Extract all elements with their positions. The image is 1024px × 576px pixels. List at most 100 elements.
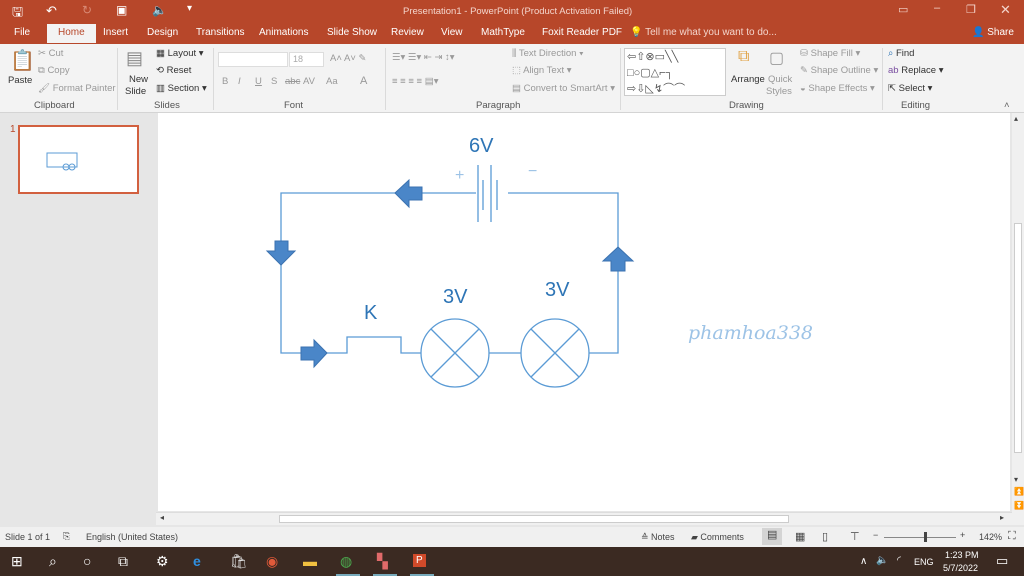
language-indicator[interactable]: English (United States) [86, 532, 178, 542]
strikethrough-button[interactable]: abc [285, 76, 300, 87]
language-tray[interactable]: ENG [914, 557, 934, 567]
underline-button[interactable]: U [255, 76, 262, 87]
tab-file[interactable]: File [14, 27, 30, 38]
find-button[interactable]: ⌕ Find [888, 48, 914, 59]
shape-outline-button[interactable]: ✎ Shape Outline ▾ [800, 65, 878, 76]
new-slide-button[interactable]: New [129, 74, 148, 85]
align-buttons[interactable]: ≡ ≡ ≡ ≡ ▤▾ [392, 76, 438, 87]
tab-slide-show[interactable]: Slide Show [327, 27, 377, 38]
redo-icon[interactable]: ↻ [82, 3, 92, 17]
zoom-level[interactable]: 142% [979, 532, 1002, 542]
tab-home[interactable]: Home [47, 24, 96, 43]
shape-effects-button[interactable]: ◒ Shape Effects ▾ [800, 83, 875, 94]
reading-view-button[interactable]: ▯ [822, 530, 828, 543]
format-painter-button[interactable]: 🖌 Format Painter [38, 83, 116, 94]
app2-icon[interactable]: ▚ [377, 553, 388, 570]
shape-fill-button[interactable]: ⛁ Shape Fill ▾ [800, 48, 860, 59]
smartart-button[interactable]: ▤ Convert to SmartArt ▾ [512, 83, 615, 94]
vertical-scrollbar[interactable]: ▴ ▾ ⏫ ⏬ [1012, 113, 1024, 525]
slideshow-icon[interactable]: ▣ [116, 3, 127, 17]
new-slide-icon[interactable]: ▤ [126, 48, 143, 69]
arrange-button[interactable]: Arrange [731, 74, 765, 85]
horizontal-scrollbar[interactable]: ◂ ▸ [156, 512, 1012, 525]
quick-styles-icon[interactable]: ▢ [769, 48, 784, 68]
notes-button[interactable]: ≙ Notes [641, 532, 675, 543]
spellcheck-icon[interactable]: ⎘ [63, 531, 70, 542]
windows-start-icon[interactable]: ⊞ [11, 553, 23, 570]
quick-styles-label[interactable]: Styles [766, 86, 792, 97]
tab-design[interactable]: Design [147, 27, 178, 38]
slide-canvas[interactable]: 6V + − K 3V 3V phamhoa338 [158, 113, 1010, 511]
zoom-slider-thumb[interactable] [924, 532, 927, 542]
file-explorer-icon[interactable]: ▬ [303, 553, 317, 569]
bullets-button[interactable]: ☰▾ ☰▾ ⇤ ⇥ ↕▾ [392, 52, 455, 63]
search-icon[interactable]: ⌕ [49, 553, 57, 570]
undo-icon[interactable]: ↶ [46, 3, 57, 19]
replace-button[interactable]: ab Replace ▾ [888, 65, 944, 76]
audio-icon[interactable]: 🔈 [152, 3, 167, 17]
chrome-icon[interactable]: ◍ [340, 553, 352, 570]
font-name-input[interactable] [218, 52, 288, 67]
tab-review[interactable]: Review [391, 27, 424, 38]
paste-button[interactable]: Paste [8, 75, 32, 86]
collapse-ribbon-icon[interactable]: ˄ [1004, 100, 1010, 111]
bold-button[interactable]: B [222, 76, 228, 87]
clock-time[interactable]: 1:23 PM [945, 550, 979, 560]
settings-icon[interactable]: ⚙ [156, 553, 169, 570]
task-view-icon[interactable]: ⧉ [118, 553, 128, 570]
hscroll-thumb[interactable] [279, 515, 789, 523]
shadow-button[interactable]: S [271, 76, 277, 87]
new-slide-label[interactable]: Slide [125, 86, 146, 97]
ribbon-display-icon[interactable]: ▭ [898, 3, 908, 16]
reset-button[interactable]: ⟲ Reset [156, 65, 191, 76]
tab-view[interactable]: View [441, 27, 463, 38]
volume-icon[interactable]: 🔈 [876, 555, 888, 566]
italic-button[interactable]: I [238, 76, 241, 87]
normal-view-button[interactable]: ▤ [762, 528, 782, 545]
restore-button[interactable]: ❐ [966, 3, 976, 16]
shapes-gallery[interactable]: ⇦⇧⊗▭╲╲ □○▢△⌐┐ ⇨⇩◺↯⌒⌒ [624, 48, 726, 96]
select-button[interactable]: ⇱ Select ▾ [888, 83, 932, 94]
grow-font-button[interactable]: A˄ A˅ ✎ [330, 53, 366, 64]
tab-transitions[interactable]: Transitions [196, 27, 245, 38]
wifi-icon[interactable]: ◜ [897, 555, 901, 566]
close-button[interactable]: ✕ [1000, 2, 1011, 18]
tab-animations[interactable]: Animations [259, 27, 308, 38]
text-direction-button[interactable]: ⫼ Text Direction ▾ [512, 48, 584, 59]
copy-button[interactable]: ⧉ Copy [38, 65, 70, 76]
tab-mathtype[interactable]: MathType [481, 27, 525, 38]
tray-chevron-icon[interactable]: ∧ [860, 556, 867, 567]
paste-icon[interactable]: 📋 [10, 48, 35, 73]
tab-foxit[interactable]: Foxit Reader PDF [542, 27, 622, 38]
arrange-icon[interactable]: ⧉ [738, 48, 749, 66]
layout-button[interactable]: ▦ Layout ▾ [156, 48, 204, 59]
app-icon[interactable]: ◉ [266, 553, 278, 570]
fit-slide-icon[interactable]: ⛶ [1008, 530, 1016, 543]
scroll-thumb[interactable] [1014, 223, 1022, 453]
notifications-icon[interactable]: ▭ [996, 553, 1008, 569]
cut-button[interactable]: ✂ Cut [38, 48, 63, 59]
zoom-out-button[interactable]: − [873, 530, 878, 540]
slide-thumbnail[interactable] [18, 125, 139, 194]
minimize-button[interactable]: – [934, 2, 940, 14]
zoom-in-button[interactable]: + [960, 530, 965, 540]
align-text-button[interactable]: ⬚ Align Text ▾ [512, 65, 572, 76]
quick-styles-button[interactable]: Quick [768, 74, 792, 85]
zoom-slider[interactable] [884, 537, 956, 538]
customize-toolbar-icon[interactable]: ▾ [187, 3, 192, 14]
section-button[interactable]: ▥ Section ▾ [156, 83, 207, 94]
store-icon[interactable]: 🛍 [230, 553, 248, 570]
comments-button[interactable]: ▰ Comments [691, 532, 744, 543]
slide-sorter-button[interactable]: ▦ [795, 530, 805, 543]
tab-insert[interactable]: Insert [103, 27, 128, 38]
share-button[interactable]: 👤 Share [972, 27, 1014, 38]
cortana-icon[interactable]: ○ [83, 553, 91, 569]
tell-me-input[interactable]: 💡 Tell me what you want to do... [630, 27, 777, 38]
font-size-input[interactable]: 18 [289, 52, 324, 67]
slideshow-view-button[interactable]: ⊤ [850, 530, 860, 543]
font-color-button[interactable]: A [360, 75, 367, 87]
edge-icon[interactable]: e [193, 553, 201, 569]
powerpoint-icon[interactable]: P [413, 554, 426, 567]
char-spacing-button[interactable]: AV [303, 76, 315, 87]
clock-date[interactable]: 5/7/2022 [943, 563, 978, 573]
